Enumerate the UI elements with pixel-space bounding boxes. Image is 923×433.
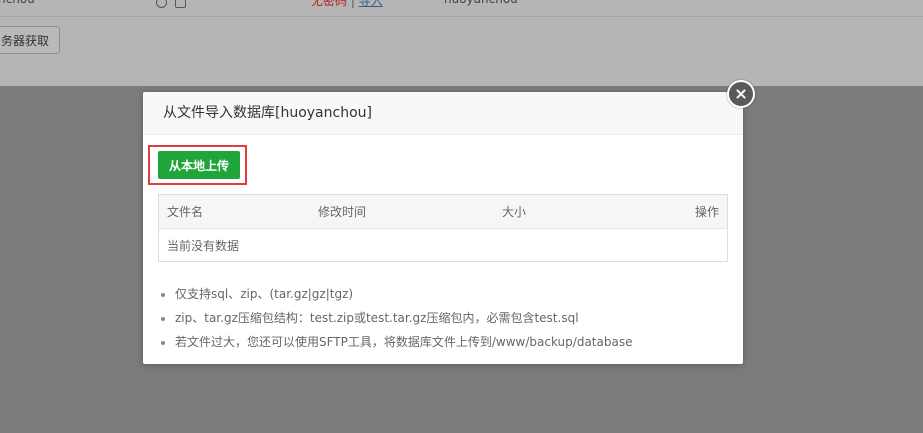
list-item: zip、tar.gz压缩包结构：test.zip或test.tar.gz压缩包内…: [175, 306, 632, 330]
close-icon[interactable]: [727, 80, 755, 108]
column-header-modified-time[interactable]: 修改时间: [310, 194, 494, 229]
upload-highlight-box: 从本地上传: [148, 145, 247, 185]
fetch-from-server-button[interactable]: 务器获取: [0, 26, 61, 54]
separator: |: [350, 0, 355, 8]
password-status: 无密码: [311, 0, 348, 8]
column-header-filename[interactable]: 文件名: [158, 194, 310, 229]
list-item: 仅支持sql、zip、(tar.gz|gz|tgz): [175, 282, 632, 306]
database-username: huoyanchou: [444, 0, 518, 6]
upload-local-button[interactable]: 从本地上传: [158, 151, 240, 179]
database-row: nchou 无密码 | 导入 huoyanchou: [0, 0, 923, 17]
import-database-modal: 从文件导入数据库[huoyanchou] 从本地上传 文件名 修改时间 大小 操…: [143, 92, 743, 364]
empty-table-message: 当前没有数据: [167, 238, 240, 253]
row-icons: [156, 0, 186, 8]
help-notes: 仅支持sql、zip、(tar.gz|gz|tgz) zip、tar.gz压缩包…: [155, 282, 632, 354]
column-header-actions: 操作: [670, 194, 728, 229]
background-page: nchou 无密码 | 导入 huoyanchou 务器获取: [0, 0, 923, 86]
list-item: 若文件过大，您还可以使用SFTP工具，将数据库文件上传到/www/backup/…: [175, 330, 632, 354]
table-header-row: 文件名 修改时间 大小 操作: [158, 194, 728, 229]
column-header-size[interactable]: 大小: [494, 194, 670, 229]
modal-title: 从文件导入数据库[huoyanchou]: [143, 92, 743, 135]
file-table: 文件名 修改时间 大小 操作 当前没有数据: [158, 194, 728, 262]
import-link[interactable]: 导入: [359, 0, 383, 8]
database-name-cut: nchou: [0, 0, 35, 6]
history-icon[interactable]: [156, 0, 167, 8]
file-icon[interactable]: [175, 0, 186, 8]
table-row: 当前没有数据: [159, 229, 728, 262]
